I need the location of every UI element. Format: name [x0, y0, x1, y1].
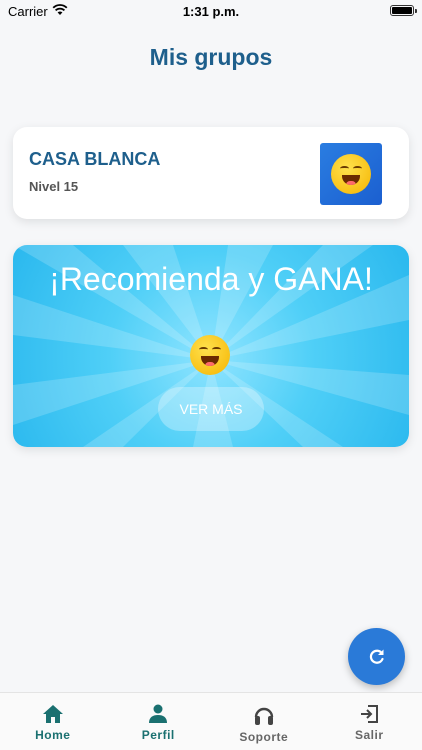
group-name: CASA BLANCA — [29, 149, 161, 169]
nav-home-label: Home — [35, 728, 71, 742]
battery-icon — [390, 5, 417, 16]
nav-home[interactable]: Home — [0, 693, 106, 750]
refresh-button[interactable] — [348, 628, 405, 685]
clock: 1:31 p.m. — [182, 4, 240, 19]
ver-mas-button[interactable]: VER MÁS — [158, 387, 264, 431]
promo-headline: ¡Recomienda y GANA! — [49, 261, 373, 297]
nav-salir[interactable]: Salir — [317, 693, 422, 750]
status-bar: Carrier 1:31 p.m. — [0, 0, 422, 22]
group-thumbnail — [320, 143, 382, 205]
logout-icon — [361, 705, 379, 723]
refresh-icon — [369, 649, 384, 664]
nav-perfil-label: Perfil — [141, 728, 175, 742]
bottom-navigation: Home Perfil Soporte Salir — [0, 692, 422, 750]
smiling-emoji-icon — [190, 335, 230, 375]
page-title: Mis grupos — [149, 44, 273, 70]
home-icon — [42, 705, 63, 723]
nav-perfil[interactable]: Perfil — [106, 693, 212, 750]
group-level: Nivel 15 — [29, 179, 79, 194]
nav-soporte[interactable]: Soporte — [211, 693, 317, 750]
group-card[interactable]: CASA BLANCA Nivel 15 — [13, 127, 409, 219]
referral-banner[interactable]: ¡Recomienda y GANA! VER MÁS — [13, 245, 409, 447]
headset-icon — [254, 707, 273, 725]
person-icon — [149, 704, 168, 723]
smiling-emoji-icon — [331, 154, 371, 194]
nav-soporte-label: Soporte — [239, 730, 289, 744]
nav-salir-label: Salir — [354, 728, 384, 742]
